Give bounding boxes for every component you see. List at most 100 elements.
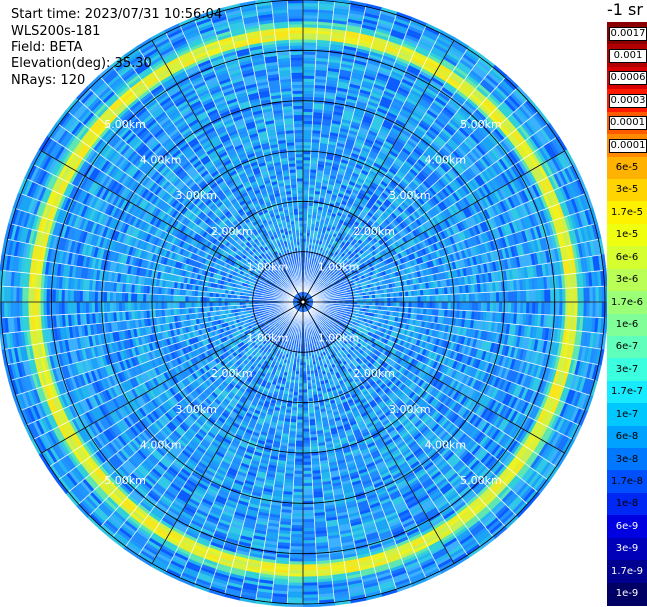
range-gate-cell bbox=[302, 132, 313, 137]
range-gate-cell bbox=[559, 301, 563, 316]
range-gate-cell bbox=[302, 93, 315, 98]
range-gate-cell bbox=[307, 202, 314, 207]
range-gate-cell bbox=[302, 138, 312, 143]
range-gate-cell bbox=[420, 295, 424, 303]
range-gate-cell bbox=[302, 187, 310, 191]
range-gate-cell bbox=[302, 117, 313, 122]
range-gate-cell bbox=[480, 292, 485, 303]
range-gate-cell bbox=[598, 286, 603, 303]
range-gate-cell bbox=[595, 286, 600, 303]
range-gate-cell bbox=[302, 51, 317, 55]
range-gate-cell bbox=[383, 306, 388, 311]
range-gate-cell bbox=[556, 301, 560, 316]
range-gate-cell bbox=[538, 301, 542, 315]
range-gate-cell bbox=[519, 290, 524, 303]
range-gate-cell bbox=[302, 60, 316, 64]
range-gate-cell bbox=[393, 301, 397, 308]
range-gate-cell bbox=[435, 301, 440, 310]
range-gate-cell bbox=[523, 290, 527, 303]
range-gate-cell bbox=[559, 288, 563, 303]
range-gate-cell bbox=[302, 129, 313, 134]
range-gate-cell bbox=[307, 217, 312, 222]
range-gate-cell bbox=[302, 54, 317, 58]
range-gate-cell bbox=[302, 211, 308, 215]
range-gate-cell bbox=[302, 159, 311, 164]
range-gate-cell bbox=[465, 301, 470, 311]
range-gate-cell bbox=[302, 5, 319, 10]
range-gate-cell bbox=[459, 301, 464, 311]
range-gate-cell bbox=[477, 292, 482, 303]
range-gate-cell bbox=[302, 205, 309, 209]
range-gate-cell bbox=[302, 114, 313, 119]
range-gate-cell bbox=[398, 306, 403, 313]
range-gate-cell bbox=[302, 144, 312, 149]
range-gate-cell bbox=[386, 292, 391, 298]
range-gate-cell bbox=[519, 301, 524, 314]
range-gate-cell bbox=[378, 297, 382, 303]
range-gate-cell bbox=[302, 214, 308, 218]
range-gate-cell bbox=[369, 298, 373, 303]
range-gate-cell bbox=[577, 301, 581, 317]
range-gate-cell bbox=[483, 301, 488, 312]
range-gate-cell bbox=[541, 289, 545, 303]
range-gate-cell bbox=[302, 208, 309, 212]
range-gate-cell bbox=[426, 301, 430, 309]
range-gate-cell bbox=[423, 301, 427, 309]
range-gate-cell bbox=[302, 99, 314, 104]
range-gate-cell bbox=[302, 24, 318, 28]
range-gate-cell bbox=[306, 220, 312, 225]
range-gate-cell bbox=[498, 301, 503, 313]
range-gate-cell bbox=[396, 296, 400, 303]
range-gate-cell bbox=[405, 301, 409, 308]
range-gate-cell bbox=[302, 229, 307, 233]
range-gate-cell bbox=[529, 301, 533, 315]
range-gate-cell bbox=[302, 27, 318, 31]
range-gate-cell bbox=[535, 301, 539, 315]
range-gate-cell bbox=[595, 301, 600, 318]
range-gate-cell bbox=[474, 292, 479, 303]
range-gate-cell bbox=[571, 287, 575, 303]
range-gate-cell bbox=[526, 289, 530, 303]
range-gate-cell bbox=[495, 301, 500, 313]
range-gate-cell bbox=[577, 287, 581, 303]
range-gate-cell bbox=[302, 162, 311, 167]
range-gate-cell bbox=[302, 17, 319, 22]
range-gate-cell bbox=[386, 306, 391, 312]
range-gate-cell bbox=[550, 288, 554, 303]
range-gate-cell bbox=[405, 296, 409, 303]
range-gate-cell bbox=[495, 291, 500, 303]
range-gate-cell bbox=[307, 205, 314, 210]
range-gate-cell bbox=[384, 297, 388, 303]
range-gate-cell bbox=[574, 301, 578, 317]
range-gate-cell bbox=[471, 292, 476, 303]
range-gate-cell bbox=[510, 301, 515, 314]
range-gate-cell bbox=[501, 301, 506, 313]
range-gate-cell bbox=[501, 291, 506, 303]
range-gate-cell bbox=[380, 293, 385, 299]
range-gate-cell bbox=[580, 287, 585, 303]
range-gate-cell bbox=[589, 286, 594, 303]
range-gate-cell bbox=[586, 286, 591, 303]
range-gate-cell bbox=[480, 301, 485, 312]
range-gate-cell bbox=[447, 301, 452, 310]
range-gate-cell bbox=[411, 296, 415, 303]
range-gate-cell bbox=[302, 14, 319, 19]
range-gate-cell bbox=[417, 295, 421, 303]
range-gate-cell bbox=[390, 301, 394, 307]
range-gate-cell bbox=[544, 301, 548, 315]
range-gate-cell bbox=[580, 301, 585, 317]
range-gate-cell bbox=[375, 297, 379, 303]
range-gate-cell bbox=[432, 301, 437, 310]
range-gate-cell bbox=[471, 301, 476, 312]
range-gate-cell bbox=[302, 2, 319, 7]
range-gate-cell bbox=[417, 301, 421, 309]
range-gate-cell bbox=[302, 193, 309, 197]
range-gate-cell bbox=[438, 301, 443, 310]
range-gate-cell bbox=[411, 301, 415, 308]
range-gate-cell bbox=[302, 87, 315, 92]
ppi-plot: 1.00km 1.00km1.00km 1.00km2.00km 2.00km2.00… bbox=[0, 0, 607, 607]
range-gate-cell bbox=[507, 290, 512, 303]
range-gate-cell bbox=[302, 184, 310, 188]
range-gate-cell bbox=[420, 301, 424, 309]
range-gate-cell bbox=[516, 301, 521, 314]
